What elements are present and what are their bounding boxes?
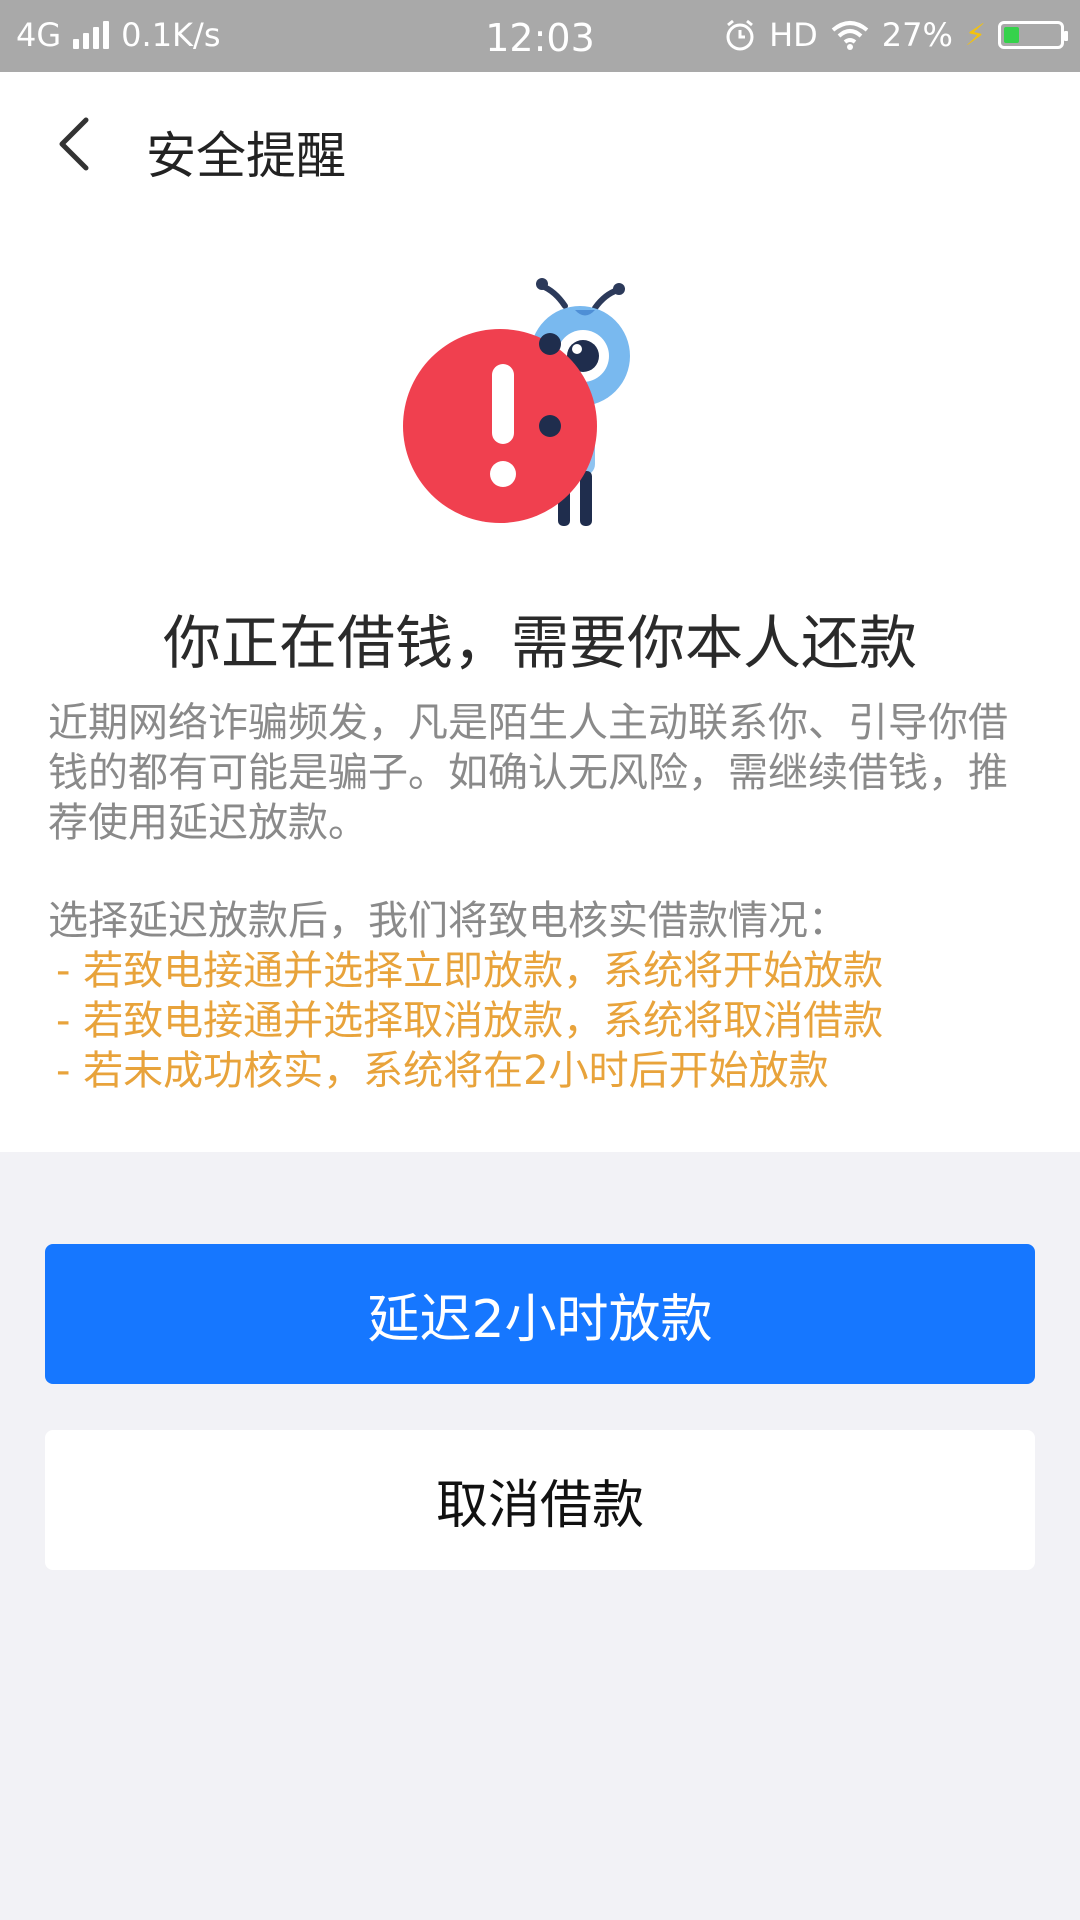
note-item: - 若致电接通并选择立即放款，系统将开始放款 — [56, 948, 884, 994]
warning-headline: 你正在借钱，需要你本人还款 — [162, 609, 917, 677]
nav-bar: 安全提醒 — [0, 72, 1080, 217]
charging-icon: ⚡ — [964, 17, 986, 53]
warning-description: 近期网络诈骗频发，凡是陌生人主动联系你、引导你借钱的都有可能是骗子。如确认无风险… — [48, 700, 1008, 846]
wifi-icon — [831, 21, 869, 50]
status-bar: 4G 0.1K/s 12:03 HD 27% ⚡ — [0, 0, 1080, 72]
delay-notes: - 若致电接通并选择立即放款，系统将开始放款 - 若致电接通并选择取消放款，系统… — [56, 946, 1046, 1096]
delay-loan-button[interactable]: 延迟2小时放款 — [45, 1244, 1035, 1384]
page-title: 安全提醒 — [146, 127, 346, 185]
delay-note-title: 选择延迟放款后，我们将致电核实借款情况： — [48, 898, 848, 944]
chevron-left-icon[interactable] — [48, 114, 108, 174]
battery-icon — [998, 21, 1068, 49]
cancel-loan-button[interactable]: 取消借款 — [45, 1430, 1035, 1570]
hd-indicator: HD — [769, 16, 818, 54]
content-panel: 你正在借钱，需要你本人还款 近期网络诈骗频发，凡是陌生人主动联系你、引导你借钱的… — [0, 216, 1080, 1152]
warning-mascot-icon — [403, 278, 630, 526]
note-item: - 若致电接通并选择取消放款，系统将取消借款 — [56, 998, 884, 1044]
status-right: HD 27% ⚡ — [723, 16, 1068, 54]
note-item: - 若未成功核实，系统将在2小时后开始放款 — [56, 1048, 829, 1094]
alarm-icon — [726, 19, 754, 51]
battery-percent: 27% — [881, 16, 953, 54]
